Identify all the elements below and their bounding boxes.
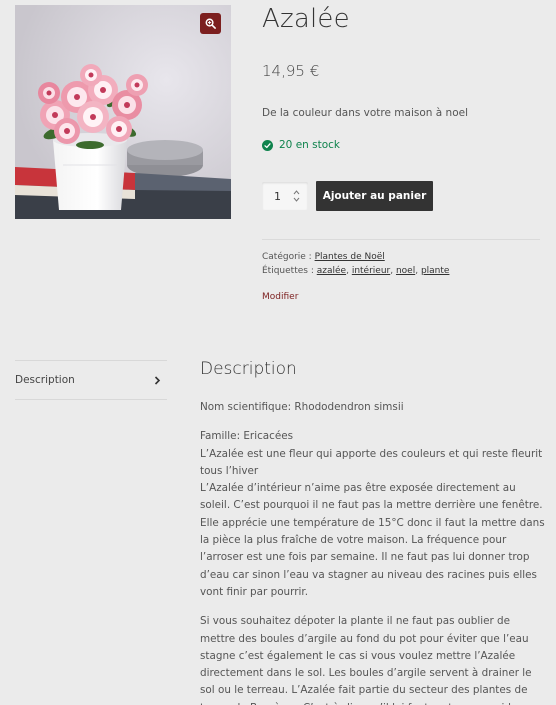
spinner-arrows-icon[interactable] (293, 189, 300, 203)
description-line: Si vous souhaitez dépoter la plante il n… (200, 615, 532, 705)
quantity-input[interactable]: 1 (262, 182, 308, 210)
description-body: Nom scientifique: Rhododendron simsii Fa… (200, 399, 545, 705)
description-paragraph: Nom scientifique: Rhododendron simsii (200, 399, 545, 416)
category-link[interactable]: Plantes de Noël (315, 252, 385, 262)
description-paragraph: Si vous souhaitez dépoter la plante il n… (200, 613, 545, 705)
check-circle-icon (262, 139, 273, 151)
description-line: Nom scientifique: Rhododendron simsii (200, 401, 404, 413)
description-heading: Description (200, 359, 297, 379)
product-title: Azalée (262, 4, 350, 34)
description-line: L’Azalée d’intérieur n’aime pas être exp… (200, 482, 545, 598)
description-line: Famille: Ericacées (200, 430, 294, 443)
product-image[interactable] (15, 5, 231, 219)
category-label: Catégorie : (262, 252, 312, 262)
zoom-button[interactable] (200, 13, 221, 34)
stock-text: 20 en stock (279, 139, 341, 151)
product-short-description: De la couleur dans votre maison à noel (262, 107, 469, 119)
tag-link[interactable]: intérieur (352, 266, 390, 276)
product-price: 14,95 € (262, 62, 320, 80)
tag-link[interactable]: plante (421, 266, 450, 276)
chevron-right-icon (154, 375, 161, 385)
azalea-photo (15, 5, 231, 219)
add-to-cart-button[interactable]: Ajouter au panier (316, 181, 433, 211)
tab-divider (15, 399, 167, 400)
tags-label: Étiquettes : (262, 266, 314, 276)
stock-status: 20 en stock (262, 139, 340, 151)
tab-description-label: Description (15, 374, 75, 386)
tag-link[interactable]: noel (396, 266, 415, 276)
product-category: Catégorie : Plantes de Noël (262, 252, 385, 262)
divider (262, 239, 540, 240)
edit-link[interactable]: Modifier (262, 292, 298, 302)
tag-link[interactable]: azalée (317, 266, 346, 276)
tab-description[interactable]: Description (15, 361, 167, 399)
zoom-in-icon (205, 18, 216, 29)
quantity-value: 1 (274, 189, 281, 203)
description-line: L’Azalée est une fleur qui apporte des c… (200, 447, 543, 477)
product-tags: Étiquettes : azalée, intérieur, noel, pl… (262, 266, 450, 276)
description-paragraph: Famille: Ericacées L’Azalée est une fleu… (200, 428, 545, 601)
